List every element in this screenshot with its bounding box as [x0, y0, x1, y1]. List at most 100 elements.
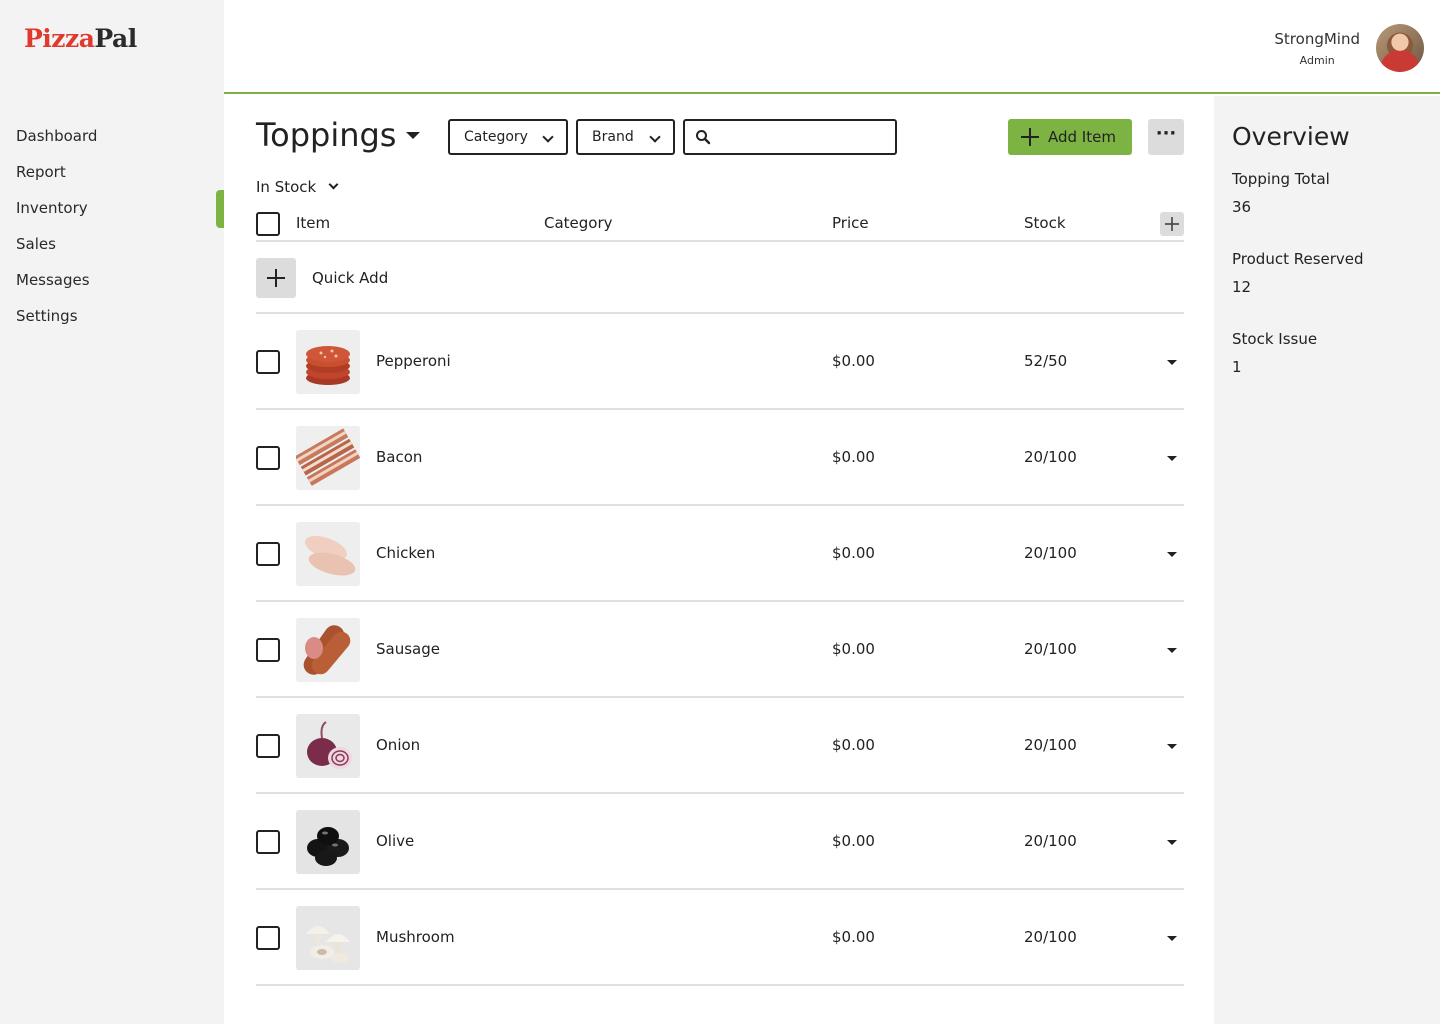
- inventory-table-body: Pepperoni $0.00 52/50 Bacon $0.00 20/100: [256, 314, 1184, 986]
- item-name: Olive: [376, 832, 415, 850]
- sidebar-item-sales[interactable]: Sales: [0, 226, 224, 262]
- stock-filter-label: In Stock: [256, 178, 317, 196]
- select-all-checkbox[interactable]: [256, 212, 280, 236]
- quick-add-row: Quick Add: [256, 242, 1184, 314]
- sidebar-nav: Dashboard Report Inventory Sales Message…: [0, 118, 224, 334]
- add-item-button[interactable]: Add Item: [1008, 119, 1132, 155]
- column-header-category[interactable]: Category: [544, 214, 613, 232]
- sidebar-item-inventory[interactable]: Inventory: [0, 190, 224, 228]
- sidebar-item-dashboard[interactable]: Dashboard: [0, 118, 224, 154]
- table-row[interactable]: Sausage $0.00 20/100: [256, 602, 1184, 698]
- item-stock: 20/100: [1024, 736, 1077, 754]
- top-header: StrongMind Admin: [224, 0, 1440, 94]
- item-price: $0.00: [832, 928, 875, 946]
- stat-topping-total: Topping Total 36: [1232, 170, 1330, 216]
- plus-icon: [1165, 217, 1179, 231]
- item-stock: 20/100: [1024, 928, 1077, 946]
- table-row[interactable]: Mushroom $0.00 20/100: [256, 890, 1184, 986]
- row-expand-caret-icon[interactable]: [1167, 936, 1177, 941]
- sidebar: PizzaPal Dashboard Report Inventory Sale…: [0, 0, 224, 1024]
- more-options-button[interactable]: ···: [1148, 119, 1184, 155]
- pepperoni-image: [296, 330, 360, 394]
- item-name: Mushroom: [376, 928, 455, 946]
- ellipsis-icon: ···: [1155, 123, 1177, 144]
- row-checkbox[interactable]: [256, 542, 280, 566]
- bacon-image: [296, 426, 360, 490]
- table-row[interactable]: Bacon $0.00 20/100: [256, 410, 1184, 506]
- column-header-price[interactable]: Price: [832, 214, 869, 232]
- sidebar-item-messages[interactable]: Messages: [0, 262, 224, 298]
- search-input[interactable]: [719, 125, 889, 149]
- avatar[interactable]: [1376, 24, 1424, 72]
- table-row[interactable]: Olive $0.00 20/100: [256, 794, 1184, 890]
- item-name: Chicken: [376, 544, 436, 562]
- item-price: $0.00: [832, 448, 875, 466]
- stock-filter-dropdown[interactable]: In Stock: [256, 178, 339, 196]
- plus-icon: [1021, 128, 1039, 146]
- pizzapal-logo[interactable]: PizzaPal: [24, 24, 137, 53]
- stat-product-reserved: Product Reserved 12: [1232, 250, 1364, 296]
- mushroom-image: [296, 906, 360, 970]
- row-expand-caret-icon[interactable]: [1167, 648, 1177, 653]
- sidebar-item-settings[interactable]: Settings: [0, 298, 224, 334]
- chevron-down-icon: [649, 131, 661, 143]
- chevron-down-icon: [328, 179, 339, 190]
- stat-stock-issue: Stock Issue 1: [1232, 330, 1317, 376]
- row-checkbox[interactable]: [256, 734, 280, 758]
- stat-label: Stock Issue: [1232, 330, 1318, 348]
- table-row[interactable]: Pepperoni $0.00 52/50: [256, 314, 1184, 410]
- table-header: Item Category Price Stock: [256, 208, 1184, 242]
- row-expand-caret-icon[interactable]: [1167, 360, 1177, 365]
- user-name: StrongMind: [1274, 30, 1360, 48]
- overview-title: Overview: [1232, 122, 1350, 151]
- category-filter-dropdown[interactable]: Category: [448, 119, 568, 155]
- item-name: Bacon: [376, 448, 423, 466]
- search-icon: [696, 130, 711, 145]
- chicken-image: [296, 522, 360, 586]
- sidebar-item-report[interactable]: Report: [0, 154, 224, 190]
- onion-image: [296, 714, 360, 778]
- user-role: Admin: [1299, 54, 1335, 67]
- stat-label: Product Reserved: [1232, 250, 1364, 268]
- olive-image: [296, 810, 360, 874]
- add-item-label: Add Item: [1048, 128, 1116, 146]
- logo-text-pal: Pal: [94, 24, 137, 53]
- row-checkbox[interactable]: [256, 830, 280, 854]
- item-stock: 20/100: [1024, 832, 1077, 850]
- row-checkbox[interactable]: [256, 350, 280, 374]
- item-name: Sausage: [376, 640, 440, 658]
- row-checkbox[interactable]: [256, 638, 280, 662]
- item-stock: 20/100: [1024, 640, 1077, 658]
- add-column-button[interactable]: [1160, 212, 1184, 236]
- page-title: Toppings: [256, 116, 397, 154]
- chevron-down-icon: [542, 131, 554, 143]
- logo-text-pizza: Pizza: [24, 24, 95, 53]
- plus-icon: [267, 269, 285, 287]
- stat-value: 12: [1232, 278, 1252, 296]
- brand-filter-dropdown[interactable]: Brand: [576, 119, 675, 155]
- item-price: $0.00: [832, 832, 875, 850]
- item-price: $0.00: [832, 640, 875, 658]
- row-expand-caret-icon[interactable]: [1167, 552, 1177, 557]
- column-header-item[interactable]: Item: [296, 214, 330, 232]
- category-filter-label: Category: [464, 129, 528, 145]
- title-dropdown-caret-icon[interactable]: [406, 132, 420, 139]
- user-info[interactable]: StrongMind Admin: [1274, 30, 1360, 67]
- row-checkbox[interactable]: [256, 446, 280, 470]
- row-expand-caret-icon[interactable]: [1167, 456, 1177, 461]
- sausage-image: [296, 618, 360, 682]
- row-expand-caret-icon[interactable]: [1167, 840, 1177, 845]
- quick-add-button[interactable]: [256, 258, 296, 298]
- row-checkbox[interactable]: [256, 926, 280, 950]
- table-row[interactable]: Onion $0.00 20/100: [256, 698, 1184, 794]
- column-header-stock[interactable]: Stock: [1024, 214, 1066, 232]
- search-box[interactable]: [683, 119, 897, 155]
- stat-label: Topping Total: [1232, 170, 1330, 188]
- quick-add-label: Quick Add: [312, 269, 389, 287]
- table-row[interactable]: Chicken $0.00 20/100: [256, 506, 1184, 602]
- item-stock: 20/100: [1024, 448, 1077, 466]
- row-expand-caret-icon[interactable]: [1167, 744, 1177, 749]
- item-name: Pepperoni: [376, 352, 451, 370]
- overview-panel: Overview Topping Total 36 Product Reserv…: [1214, 96, 1440, 1024]
- item-price: $0.00: [832, 352, 875, 370]
